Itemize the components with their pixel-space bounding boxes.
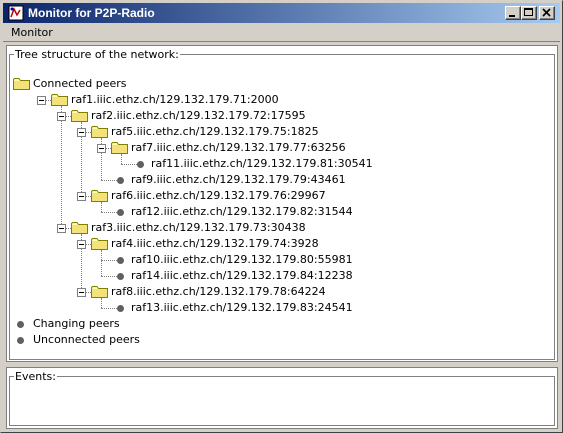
tree-connector <box>101 180 117 181</box>
tree-node-label: raf6.iiic.ethz.ch/129.132.179.76:29967 <box>111 189 326 202</box>
maximize-button[interactable] <box>521 6 537 20</box>
tree-node-label: Unconnected peers <box>33 333 140 346</box>
events-log[interactable] <box>11 382 552 424</box>
tree-node[interactable]: raf11.iiic.ethz.ch/129.132.179.81:30541 <box>7 156 547 172</box>
tree-node-label: raf10.iiic.ethz.ch/129.132.179.80:55981 <box>131 253 353 266</box>
tree-node[interactable]: raf10.iiic.ethz.ch/129.132.179.80:55981 <box>7 252 547 268</box>
collapse-toggle-icon[interactable] <box>77 240 86 249</box>
tree-node[interactable]: raf1.iiic.ethz.ch/129.132.179.71:2000 <box>7 92 547 108</box>
collapse-toggle-icon[interactable] <box>37 96 46 105</box>
tree-node-label: raf13.iiic.ethz.ch/129.132.179.83:24541 <box>131 301 353 314</box>
folder-icon <box>91 125 108 138</box>
tree-node-label: raf3.iiic.ethz.ch/129.132.179.73:30438 <box>91 221 306 234</box>
main-window: Monitor for P2P-Radio Monitor Tree struc… <box>0 0 563 433</box>
tree-node[interactable]: raf12.iiic.ethz.ch/129.132.179.82:31544 <box>7 204 547 220</box>
minimize-button[interactable] <box>505 6 521 20</box>
peer-dot-icon <box>137 161 144 168</box>
tree-node[interactable]: raf14.iiic.ethz.ch/129.132.179.84:12238 <box>7 268 547 284</box>
close-icon <box>542 8 551 17</box>
peer-category-item[interactable]: Unconnected peers <box>7 332 547 348</box>
peer-dot-icon <box>17 337 24 344</box>
tree-node-label: raf11.iiic.ethz.ch/129.132.179.81:30541 <box>151 157 373 170</box>
close-button[interactable] <box>539 6 555 20</box>
tree-connector <box>121 164 137 165</box>
title-bar[interactable]: Monitor for P2P-Radio <box>3 3 560 23</box>
collapse-toggle-icon[interactable] <box>57 112 66 121</box>
folder-icon <box>13 77 30 90</box>
peer-category-item[interactable]: Changing peers <box>7 316 547 332</box>
collapse-toggle-icon[interactable] <box>97 144 106 153</box>
collapse-toggle-icon[interactable] <box>57 224 66 233</box>
tree-node-label: raf1.iiic.ethz.ch/129.132.179.71:2000 <box>71 93 279 106</box>
tree-panel: Tree structure of the network: Connected… <box>6 45 558 362</box>
folder-icon <box>111 141 128 154</box>
tree-node-label: raf14.iiic.ethz.ch/129.132.179.84:12238 <box>131 269 353 282</box>
tree-node-label: Changing peers <box>33 317 120 330</box>
events-panel: Events: <box>6 367 558 429</box>
collapse-toggle-icon[interactable] <box>77 128 86 137</box>
tree-node-label: raf2.iiic.ethz.ch/129.132.179.72:17595 <box>91 109 306 122</box>
tree-node-label: Connected peers <box>33 77 127 90</box>
maximize-icon <box>524 8 533 16</box>
tree-node-label: raf8.iiic.ethz.ch/129.132.179.78:64224 <box>111 285 326 298</box>
folder-icon <box>91 285 108 298</box>
minimize-icon <box>509 15 515 17</box>
collapse-toggle-icon[interactable] <box>77 288 86 297</box>
tree-node[interactable]: raf7.iiic.ethz.ch/129.132.179.77:63256 <box>7 140 547 156</box>
tree-node-label: raf4.iiic.ethz.ch/129.132.179.74:3928 <box>111 237 319 250</box>
collapse-toggle-icon[interactable] <box>77 192 86 201</box>
tree-node[interactable]: Connected peers <box>7 76 547 92</box>
peer-dot-icon <box>117 177 124 184</box>
tree-node[interactable]: raf2.iiic.ethz.ch/129.132.179.72:17595 <box>7 108 547 124</box>
peer-dot-icon <box>117 257 124 264</box>
folder-icon <box>71 221 88 234</box>
tree-connector <box>101 212 117 213</box>
network-tree[interactable]: Connected peers raf1.iiic.ethz.ch/129.132… <box>7 46 557 361</box>
tree-node[interactable]: raf8.iiic.ethz.ch/129.132.179.78:64224 <box>7 284 547 300</box>
tree-node-label: raf5.iiic.ethz.ch/129.132.179.75:1825 <box>111 125 319 138</box>
peer-dot-icon <box>117 305 124 312</box>
peer-dot-icon <box>117 273 124 280</box>
tree-connector <box>101 276 117 277</box>
tree-node[interactable]: raf9.iiic.ethz.ch/129.132.179.79:43461 <box>7 172 547 188</box>
tree-node[interactable]: raf3.iiic.ethz.ch/129.132.179.73:30438 <box>7 220 547 236</box>
menu-monitor[interactable]: Monitor <box>11 26 53 39</box>
folder-icon <box>51 93 68 106</box>
tree-node[interactable]: raf6.iiic.ethz.ch/129.132.179.76:29967 <box>7 188 547 204</box>
window-title: Monitor for P2P-Radio <box>28 6 155 20</box>
peer-dot-icon <box>117 209 124 216</box>
peer-dot-icon <box>17 321 24 328</box>
tree-node[interactable]: raf5.iiic.ethz.ch/129.132.179.75:1825 <box>7 124 547 140</box>
menu-bar: Monitor <box>3 24 560 42</box>
tree-node[interactable]: raf13.iiic.ethz.ch/129.132.179.83:24541 <box>7 300 547 316</box>
tree-node-label: raf7.iiic.ethz.ch/129.132.179.77:63256 <box>131 141 346 154</box>
tree-connector <box>101 308 117 309</box>
app-icon <box>8 5 24 21</box>
folder-icon <box>91 189 108 202</box>
folder-icon <box>91 237 108 250</box>
tree-node[interactable]: raf4.iiic.ethz.ch/129.132.179.74:3928 <box>7 236 547 252</box>
folder-icon <box>71 109 88 122</box>
tree-node-label: raf12.iiic.ethz.ch/129.132.179.82:31544 <box>131 205 353 218</box>
tree-node-label: raf9.iiic.ethz.ch/129.132.179.79:43461 <box>131 173 346 186</box>
tree-connector <box>101 260 117 261</box>
